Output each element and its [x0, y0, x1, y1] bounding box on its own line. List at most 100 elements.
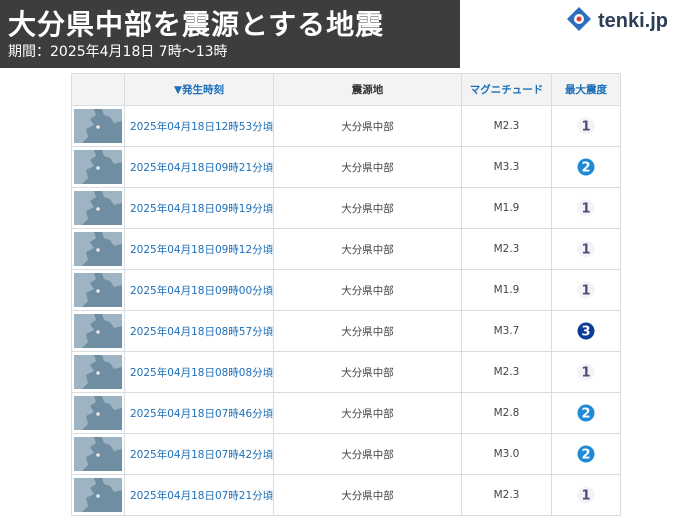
intensity-badge: 2 — [577, 445, 595, 463]
occurrence-time[interactable]: 2025年04月18日09時00分頃 — [124, 269, 274, 311]
intensity-badge: 1 — [577, 363, 595, 381]
map-thumbnail-cell[interactable] — [71, 228, 125, 270]
max-intensity-cell: 3 — [551, 310, 621, 352]
map-thumbnail-cell[interactable] — [71, 105, 125, 147]
magnitude-value: M3.3 — [461, 146, 552, 188]
earthquake-table: ▼発生時刻 震源地 マグニチュード 最大震度 2025年04月18日12時53分… — [71, 73, 621, 516]
epicenter-map-thumbnail[interactable] — [74, 191, 122, 225]
occurrence-time[interactable]: 2025年04月18日09時21分頃 — [124, 146, 274, 188]
max-intensity-cell: 2 — [551, 146, 621, 188]
table-row[interactable]: 2025年04月18日07時42分頃 大分県中部 M3.0 2 — [71, 433, 621, 475]
epicenter-name: 大分県中部 — [273, 269, 462, 311]
epicenter-map-thumbnail[interactable] — [74, 396, 122, 430]
epicenter-name: 大分県中部 — [273, 433, 462, 475]
table-row[interactable]: 2025年04月18日08時08分頃 大分県中部 M2.3 1 — [71, 351, 621, 393]
occurrence-time[interactable]: 2025年04月18日08時57分頃 — [124, 310, 274, 352]
tenki-logo-icon — [566, 6, 592, 36]
table-row[interactable]: 2025年04月18日12時53分頃 大分県中部 M2.3 1 — [71, 105, 621, 147]
epicenter-name: 大分県中部 — [273, 146, 462, 188]
epicenter-map-thumbnail[interactable] — [74, 109, 122, 143]
max-intensity-cell: 1 — [551, 105, 621, 147]
occurrence-time[interactable]: 2025年04月18日09時19分頃 — [124, 187, 274, 229]
map-thumbnail-cell[interactable] — [71, 269, 125, 311]
magnitude-value: M2.3 — [461, 351, 552, 393]
map-column-header — [71, 73, 125, 106]
intensity-number: 1 — [581, 120, 590, 135]
epicenter-column-header: 震源地 — [273, 73, 462, 106]
intensity-number: 3 — [581, 325, 590, 340]
max-intensity-cell: 1 — [551, 187, 621, 229]
map-thumbnail-cell[interactable] — [71, 474, 125, 516]
epicenter-name: 大分県中部 — [273, 105, 462, 147]
intensity-column-header[interactable]: 最大震度 — [551, 73, 621, 106]
intensity-badge: 1 — [577, 199, 595, 217]
intensity-badge: 3 — [577, 322, 595, 340]
magnitude-value: M3.0 — [461, 433, 552, 475]
magnitude-value: M2.3 — [461, 228, 552, 270]
epicenter-name: 大分県中部 — [273, 351, 462, 393]
intensity-number: 1 — [581, 284, 590, 299]
intensity-number: 2 — [581, 448, 590, 463]
table-row[interactable]: 2025年04月18日09時00分頃 大分県中部 M1.9 1 — [71, 269, 621, 311]
page-title: 大分県中部を震源とする地震 — [8, 8, 385, 41]
intensity-number: 1 — [581, 243, 590, 258]
max-intensity-cell: 1 — [551, 351, 621, 393]
table-row[interactable]: 2025年04月18日08時57分頃 大分県中部 M3.7 3 — [71, 310, 621, 352]
table-row[interactable]: 2025年04月18日09時21分頃 大分県中部 M3.3 2 — [71, 146, 621, 188]
magnitude-value: M2.8 — [461, 392, 552, 434]
epicenter-map-thumbnail[interactable] — [74, 437, 122, 471]
epicenter-name: 大分県中部 — [273, 187, 462, 229]
intensity-number: 2 — [581, 407, 590, 422]
intensity-badge: 1 — [577, 117, 595, 135]
period-subtitle: 期間：2025年4月18日 7時～13時 — [8, 44, 228, 60]
intensity-number: 2 — [581, 161, 590, 176]
table-row[interactable]: 2025年04月18日09時12分頃 大分県中部 M2.3 1 — [71, 228, 621, 270]
time-column-header[interactable]: ▼発生時刻 — [124, 73, 274, 106]
epicenter-map-thumbnail[interactable] — [74, 273, 122, 307]
occurrence-time[interactable]: 2025年04月18日07時42分頃 — [124, 433, 274, 475]
table-header-row: ▼発生時刻 震源地 マグニチュード 最大震度 — [71, 73, 621, 106]
map-thumbnail-cell[interactable] — [71, 310, 125, 352]
occurrence-time[interactable]: 2025年04月18日07時21分頃 — [124, 474, 274, 516]
max-intensity-cell: 2 — [551, 433, 621, 475]
intensity-number: 1 — [581, 202, 590, 217]
intensity-number: 1 — [581, 489, 590, 504]
map-thumbnail-cell[interactable] — [71, 433, 125, 475]
intensity-badge: 1 — [577, 240, 595, 258]
title-box: 大分県中部を震源とする地震 期間：2025年4月18日 7時～13時 — [0, 0, 460, 68]
epicenter-name: 大分県中部 — [273, 310, 462, 352]
table-row[interactable]: 2025年04月18日09時19分頃 大分県中部 M1.9 1 — [71, 187, 621, 229]
magnitude-column-header[interactable]: マグニチュード — [461, 73, 552, 106]
occurrence-time[interactable]: 2025年04月18日08時08分頃 — [124, 351, 274, 393]
occurrence-time[interactable]: 2025年04月18日09時12分頃 — [124, 228, 274, 270]
magnitude-value: M1.9 — [461, 269, 552, 311]
occurrence-time[interactable]: 2025年04月18日12時53分頃 — [124, 105, 274, 147]
magnitude-value: M2.3 — [461, 474, 552, 516]
magnitude-value: M3.7 — [461, 310, 552, 352]
occurrence-time[interactable]: 2025年04月18日07時46分頃 — [124, 392, 274, 434]
intensity-badge: 1 — [577, 281, 595, 299]
epicenter-name: 大分県中部 — [273, 228, 462, 270]
table-row[interactable]: 2025年04月18日07時46分頃 大分県中部 M2.8 2 — [71, 392, 621, 434]
max-intensity-cell: 2 — [551, 392, 621, 434]
brand-name: tenki.jp — [598, 9, 669, 32]
brand-logo[interactable]: tenki.jp — [566, 6, 668, 36]
table-row[interactable]: 2025年04月18日07時21分頃 大分県中部 M2.3 1 — [71, 474, 621, 516]
intensity-badge: 2 — [577, 158, 595, 176]
map-thumbnail-cell[interactable] — [71, 146, 125, 188]
max-intensity-cell: 1 — [551, 228, 621, 270]
epicenter-map-thumbnail[interactable] — [74, 355, 122, 389]
max-intensity-cell: 1 — [551, 474, 621, 516]
map-thumbnail-cell[interactable] — [71, 351, 125, 393]
epicenter-name: 大分県中部 — [273, 392, 462, 434]
epicenter-map-thumbnail[interactable] — [74, 314, 122, 348]
epicenter-map-thumbnail[interactable] — [74, 150, 122, 184]
intensity-number: 1 — [581, 366, 590, 381]
epicenter-map-thumbnail[interactable] — [74, 478, 122, 512]
epicenter-map-thumbnail[interactable] — [74, 232, 122, 266]
max-intensity-cell: 1 — [551, 269, 621, 311]
intensity-badge: 2 — [577, 404, 595, 422]
map-thumbnail-cell[interactable] — [71, 187, 125, 229]
intensity-badge: 1 — [577, 486, 595, 504]
map-thumbnail-cell[interactable] — [71, 392, 125, 434]
